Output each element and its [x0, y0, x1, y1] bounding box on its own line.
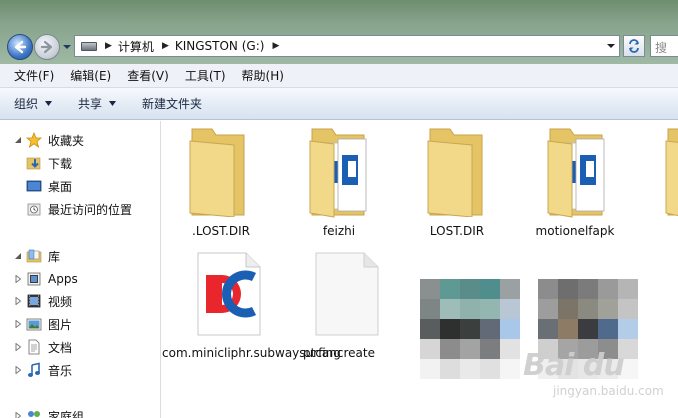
nav-item-label: 下载 [48, 156, 73, 171]
menu-tools[interactable]: 工具(T) [177, 67, 234, 84]
recent-places-icon [27, 203, 41, 216]
collapsed-arrow-icon[interactable] [14, 366, 22, 374]
back-button[interactable] [7, 34, 33, 60]
nav-item-label: 视频 [48, 294, 73, 309]
nav-homegroup-label: 家庭组 [48, 409, 85, 418]
nav-item-label: 最近访问的位置 [48, 202, 133, 217]
downloads-folder-icon [26, 157, 41, 170]
file-item-folder[interactable]: .LOST.DIR [162, 121, 280, 246]
file-item-dc[interactable]: com.minicliphr.subwaysurfing [162, 247, 341, 377]
collapsed-arrow-icon[interactable] [14, 275, 22, 283]
breadcrumb-computer[interactable]: 计算机 [118, 38, 154, 55]
nav-item-desktop[interactable]: 桌面 [0, 175, 160, 197]
music-icon [28, 362, 40, 377]
nav-libraries[interactable]: 库 [0, 245, 160, 267]
arrow-right-icon [40, 40, 53, 54]
nav-item-label: 桌面 [48, 179, 73, 194]
file-name: LOST.DIR [429, 224, 485, 238]
navigation-pane: 收藏夹 下载 桌面 最近访问的位置 库 Apps 视频 图片 文档 音乐 家庭组 [0, 121, 161, 418]
menu-edit[interactable]: 编辑(E) [62, 67, 119, 84]
file-item-blank[interactable]: ptcancreate [280, 247, 398, 377]
homegroup-icon [28, 411, 40, 417]
refresh-button[interactable] [623, 35, 645, 57]
recent-pages-dropdown-icon[interactable] [62, 42, 72, 52]
file-name: feizhi [322, 224, 356, 238]
chevron-down-icon [45, 101, 53, 106]
address-history-dropdown-icon[interactable] [607, 42, 615, 50]
menu-file[interactable]: 文件(F) [6, 67, 62, 84]
breadcrumb-drive[interactable]: KINGSTON (G:) [175, 39, 265, 53]
folder-with-files-icon [547, 128, 605, 218]
folder-icon [427, 128, 483, 217]
share-button[interactable]: 共享 [78, 95, 117, 112]
menu-view[interactable]: 查看(V) [119, 67, 177, 84]
videos-icon [27, 294, 41, 308]
forward-button[interactable] [34, 34, 60, 60]
nav-homegroup[interactable]: 家庭组 [0, 405, 160, 418]
chevron-down-icon [109, 101, 117, 106]
file-item-folder[interactable]: LOST.DIR [398, 121, 516, 246]
breadcrumb-separator-icon[interactable]: ▶ [105, 41, 112, 51]
address-field[interactable]: ▶ 计算机 ▶ KINGSTON (G:) ▶ [74, 35, 620, 57]
file-name: motionelfapk [535, 224, 615, 238]
watermark-url: jingyan.baidu.com [553, 384, 664, 398]
organize-label: 组织 [14, 97, 39, 111]
nav-item-label: 图片 [48, 317, 73, 332]
watermark: Bai du jingyan.baidu.com [523, 340, 678, 410]
nav-item-pictures[interactable]: 图片 [0, 313, 160, 335]
pixelated-thumbnail[interactable] [420, 279, 520, 379]
breadcrumb-separator-icon[interactable]: ▶ [272, 41, 279, 51]
new-folder-button[interactable]: 新建文件夹 [142, 95, 202, 112]
nav-item-recent-places[interactable]: 最近访问的位置 [0, 198, 160, 220]
folder-with-files-icon [309, 128, 367, 218]
pictures-icon [26, 318, 42, 331]
library-icon [26, 249, 42, 263]
expanded-arrow-icon[interactable] [14, 252, 22, 260]
nav-item-music[interactable]: 音乐 [0, 359, 160, 381]
file-item-folder[interactable]: feizhi [280, 121, 398, 246]
search-input[interactable]: 搜 [650, 35, 678, 57]
nav-item-documents[interactable]: 文档 [0, 336, 160, 358]
watermark-logo: Bai du [523, 348, 625, 383]
dc-file-icon [197, 252, 261, 336]
breadcrumb-separator-icon[interactable]: ▶ [162, 41, 169, 51]
documents-icon [28, 339, 40, 355]
folder-icon[interactable] [664, 127, 678, 217]
command-bar: 组织 共享 新建文件夹 [0, 88, 678, 120]
new-folder-label: 新建文件夹 [142, 97, 203, 111]
address-bar-region: ▶ 计算机 ▶ KINGSTON (G:) ▶ 搜 [0, 0, 678, 64]
nav-favorites[interactable]: 收藏夹 [0, 129, 160, 151]
desktop-icon [26, 180, 42, 192]
nav-item-label: Apps [48, 272, 78, 286]
expanded-arrow-icon[interactable] [14, 136, 22, 144]
nav-favorites-label: 收藏夹 [48, 133, 85, 148]
nav-libraries-label: 库 [48, 249, 61, 264]
file-name: com.minicliphr.subwaysurfing [162, 346, 341, 360]
nav-item-downloads[interactable]: 下载 [0, 152, 160, 174]
nav-item-label: 文档 [48, 340, 73, 355]
collapsed-arrow-icon[interactable] [14, 343, 22, 351]
organize-button[interactable]: 组织 [14, 95, 53, 112]
arrow-left-icon [14, 40, 27, 54]
collapsed-arrow-icon[interactable] [14, 412, 22, 418]
file-name: ptcancreate [303, 346, 375, 360]
menu-help[interactable]: 帮助(H) [234, 67, 292, 84]
apps-library-icon [27, 272, 41, 286]
nav-item-label: 音乐 [48, 363, 73, 378]
drive-icon [81, 41, 97, 51]
menu-bar: 文件(F) 编辑(E) 查看(V) 工具(T) 帮助(H) [0, 64, 678, 88]
collapsed-arrow-icon[interactable] [14, 297, 22, 305]
share-label: 共享 [78, 97, 103, 111]
nav-item-videos[interactable]: 视频 [0, 290, 160, 312]
file-item-folder[interactable]: motionelfapk [516, 121, 634, 246]
blank-file-icon [315, 252, 379, 336]
collapsed-arrow-icon[interactable] [14, 320, 22, 328]
star-icon [26, 132, 42, 148]
file-name: .LOST.DIR [192, 224, 250, 238]
folder-icon [189, 128, 245, 217]
nav-item-apps[interactable]: Apps [0, 268, 160, 290]
refresh-icon [629, 39, 639, 53]
